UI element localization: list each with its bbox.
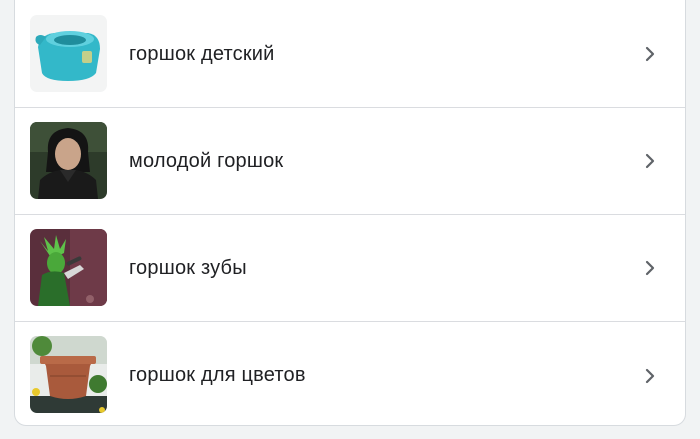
suggestion-item-baby-potty[interactable]: горшок детский [15, 1, 685, 108]
baby-potty-thumbnail [30, 15, 107, 92]
suggestion-label: горшок зубы [129, 256, 247, 279]
suggestion-item-young-man[interactable]: молодой горшок [15, 108, 685, 215]
chevron-right-icon [643, 45, 657, 63]
punk-singer-green-hair-thumbnail [30, 229, 107, 306]
chevron-right-icon [643, 152, 657, 170]
suggestion-label: горшок детский [129, 42, 275, 65]
suggestion-item-flower-pot[interactable]: горшок для цветов [15, 322, 685, 425]
suggestion-label: молодой горшок [129, 149, 284, 172]
flower-pot-thumbnail [30, 336, 107, 413]
suggestion-item-punk-singer[interactable]: горшок зубы [15, 215, 685, 322]
chevron-right-icon [643, 259, 657, 277]
young-man-portrait-thumbnail [30, 122, 107, 199]
suggestion-label: горшок для цветов [129, 364, 306, 386]
related-searches-card: горшок детский молодой горшок горшок зуб… [14, 0, 686, 426]
chevron-right-icon [643, 367, 657, 385]
